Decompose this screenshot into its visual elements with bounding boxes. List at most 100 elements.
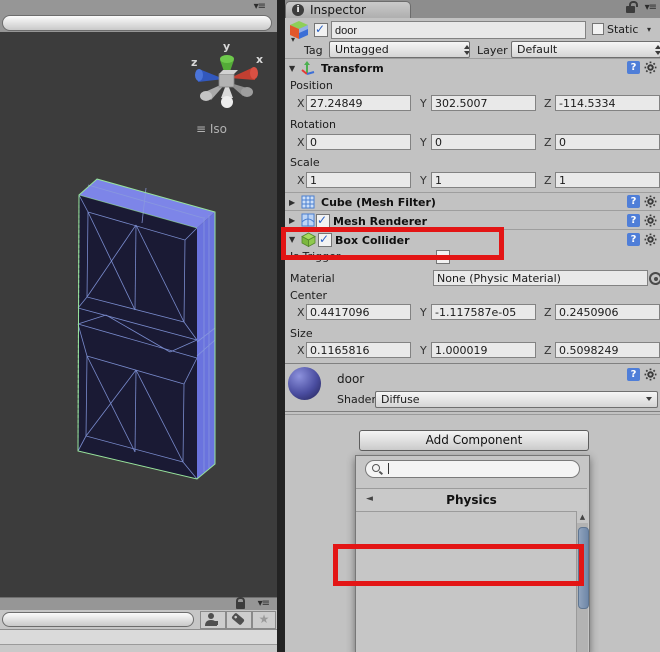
component-search-field[interactable] [365, 460, 580, 478]
size-y-field[interactable]: 1.000019 [431, 342, 536, 358]
gizmo-x-label: x [256, 53, 263, 66]
static-dropdown-arrow[interactable]: ▾ [647, 25, 651, 34]
center-z-field[interactable]: 0.2450906 [555, 304, 660, 320]
position-label: Position [290, 79, 333, 92]
material-sphere-preview[interactable] [288, 367, 321, 400]
tag-filter-button[interactable] [226, 611, 252, 629]
bottom-toolbar: ★ [0, 610, 277, 630]
layer-dropdown[interactable]: Default [511, 41, 660, 58]
shader-dropdown[interactable]: Diffuse [375, 391, 658, 408]
scene-view-panel: ▾≡ y x z ≡ Iso ▾≡ ★ [0, 0, 277, 652]
layer-label: Layer [477, 44, 508, 57]
help-icon[interactable]: ? [627, 368, 640, 381]
gizmo-y-label: y [223, 40, 230, 53]
shader-value: Diffuse [381, 393, 420, 406]
transform-icon [301, 61, 315, 75]
gizmo-z-label: z [191, 56, 197, 69]
category-label: Physics [446, 493, 497, 507]
bottom-panel-header: ▾≡ [0, 597, 277, 611]
gear-icon[interactable] [644, 233, 657, 246]
gameobject-name-field[interactable] [331, 21, 586, 39]
scene-gizmo[interactable]: y x z [190, 36, 264, 116]
help-icon[interactable]: ? [627, 61, 640, 74]
scene-toolbar [0, 14, 277, 32]
center-y-field[interactable]: -1.117587e-05 [431, 304, 536, 320]
star-filter-button[interactable]: ★ [252, 611, 276, 629]
position-x-field[interactable]: 27.24849 [306, 95, 411, 111]
scroll-up-arrow[interactable]: ▲ [577, 511, 588, 523]
axis-x-label: X [297, 97, 305, 110]
static-label: Static [607, 23, 639, 36]
size-z-field[interactable]: 0.5098249 [555, 342, 660, 358]
position-z-field[interactable]: -114.5334 [555, 95, 660, 111]
help-icon[interactable]: ? [627, 195, 640, 208]
footer-strip [0, 645, 277, 652]
material-name: door [337, 372, 365, 386]
scale-x-field[interactable]: 1 [306, 172, 411, 188]
panel-menu-icon[interactable]: ▾≡ [258, 598, 270, 609]
static-checkbox[interactable] [592, 23, 604, 35]
axis-z-label: Z [544, 136, 552, 149]
object-picker-icon[interactable] [649, 272, 660, 285]
lock-icon[interactable] [236, 597, 245, 609]
foldout-closed-icon[interactable]: ▶ [289, 198, 295, 207]
material-preview-section: door ? Shader Diffuse [285, 364, 660, 410]
rotation-label: Rotation [290, 118, 337, 131]
mesh-renderer-enabled-checkbox[interactable] [316, 213, 330, 228]
gear-icon[interactable] [644, 368, 657, 381]
panel-divider[interactable] [277, 0, 285, 652]
rotation-z-field[interactable]: 0 [555, 134, 660, 150]
tab-inspector[interactable]: i Inspector [285, 1, 411, 19]
category-header: ◄ Physics [356, 488, 587, 512]
rotation-y-field[interactable]: 0 [431, 134, 536, 150]
axis-y-label: Y [420, 306, 427, 319]
gear-icon[interactable] [644, 195, 657, 208]
scale-y-field[interactable]: 1 [431, 172, 536, 188]
scene-toolbar-field[interactable] [2, 15, 272, 31]
axis-y-label: Y [420, 136, 427, 149]
mesh-filter-icon [301, 195, 315, 209]
scale-label: Scale [290, 156, 320, 169]
help-icon[interactable]: ? [627, 233, 640, 246]
star-icon: ★ [258, 612, 270, 626]
shader-label: Shader [337, 393, 376, 406]
highlight-box-collider-component [281, 227, 504, 260]
axis-x-label: X [297, 344, 305, 357]
size-label: Size [290, 327, 313, 340]
gizmo-iso-toggle[interactable]: ≡ Iso [196, 122, 227, 136]
scene-panel-header: ▾≡ [0, 0, 277, 15]
scene-viewport[interactable]: y x z ≡ Iso [0, 32, 277, 597]
position-y-field[interactable]: 302.5007 [431, 95, 536, 111]
person-filter-button[interactable] [200, 611, 226, 629]
mesh-filter-title: Cube (Mesh Filter) [321, 196, 436, 209]
size-x-field[interactable]: 0.1165816 [306, 342, 411, 358]
door-mesh-object[interactable] [58, 170, 223, 492]
panel-menu-icon[interactable]: ▾≡ [254, 1, 266, 12]
gear-icon[interactable] [644, 214, 657, 227]
icon-dropdown-arrow[interactable]: ▾ [291, 35, 295, 44]
tag-dropdown[interactable]: Untagged [329, 41, 470, 58]
gear-icon[interactable] [644, 61, 657, 74]
inspector-lock-icon[interactable] [626, 1, 638, 13]
mesh-filter-header[interactable]: ▶ Cube (Mesh Filter) ? [285, 192, 660, 211]
tab-label: Inspector [310, 3, 366, 17]
bottom-search-field[interactable] [2, 612, 194, 627]
inspector-menu-icon[interactable]: ▾≡ [645, 2, 657, 13]
mesh-renderer-icon [301, 213, 315, 227]
tag-value: Untagged [335, 43, 389, 56]
foldout-closed-icon[interactable]: ▶ [289, 216, 295, 225]
add-component-button[interactable]: Add Component [359, 430, 589, 451]
foldout-open-icon[interactable]: ▼ [289, 64, 295, 73]
transform-header[interactable]: ▼ Transform ? [285, 58, 660, 77]
axis-z-label: Z [544, 174, 552, 187]
axis-x-label: X [297, 174, 305, 187]
axis-y-label: Y [420, 97, 427, 110]
rotation-x-field[interactable]: 0 [306, 134, 411, 150]
axis-z-label: Z [544, 97, 552, 110]
physic-material-field[interactable]: None (Physic Material) [433, 270, 648, 286]
gameobject-active-checkbox[interactable] [314, 22, 328, 37]
scale-z-field[interactable]: 1 [555, 172, 660, 188]
text-cursor [388, 463, 389, 474]
help-icon[interactable]: ? [627, 214, 640, 227]
center-x-field[interactable]: 0.4417096 [306, 304, 411, 320]
